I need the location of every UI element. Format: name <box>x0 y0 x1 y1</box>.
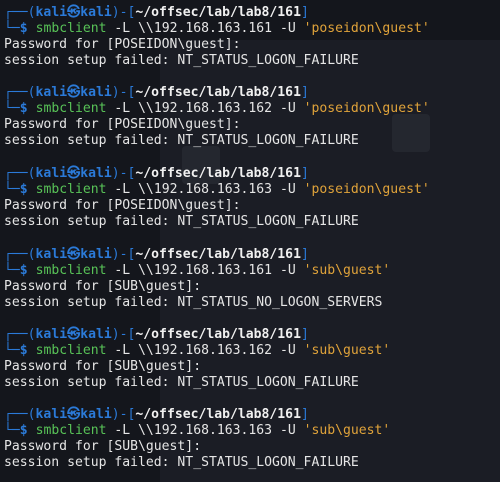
prompt-user: kali <box>35 407 68 422</box>
prompt-at-symbol: ㉿ <box>67 327 81 342</box>
prompt-corner-top: ┌── <box>4 247 28 262</box>
output-password-prompt: Password for [POSEIDON\guest]: <box>4 198 241 213</box>
command-line: └─$ smbclient -L \\192.168.163.163 -U 's… <box>4 423 500 439</box>
prompt-corner-bottom: └─ <box>4 423 20 438</box>
prompt-path: ~/offsec/lab/lab8/161 <box>135 166 301 181</box>
command-name: smbclient <box>35 101 107 116</box>
prompt-line: ┌──(kali㉿kali)-[~/offsec/lab/lab8/161] <box>4 247 309 262</box>
prompt-host: kali <box>80 166 112 181</box>
prompt-line: ┌──(kali㉿kali)-[~/offsec/lab/lab8/161] <box>4 5 309 20</box>
prompt-corner-bottom: └─ <box>4 182 20 197</box>
command-args: -L \\192.168.163.163 -U <box>106 182 304 197</box>
command-block: ┌──(kali㉿kali)-[~/offsec/lab/lab8/161] └… <box>4 407 500 471</box>
prompt-host: kali <box>80 407 112 422</box>
command-block: ┌──(kali㉿kali)-[~/offsec/lab/lab8/161] └… <box>4 327 500 391</box>
command-quoted-arg: 'poseidon\guest' <box>303 182 430 197</box>
command-name: smbclient <box>35 182 107 197</box>
prompt-corner-bottom: └─ <box>4 343 20 358</box>
command-line: └─$ smbclient -L \\192.168.163.163 -U 'p… <box>4 182 500 198</box>
command-line: └─$ smbclient -L \\192.168.163.162 -U 's… <box>4 343 500 359</box>
prompt-dollar: $ <box>19 263 28 278</box>
prompt-dollar: $ <box>19 343 28 358</box>
prompt-at-symbol: ㉿ <box>67 247 81 262</box>
prompt-at-symbol: ㉿ <box>67 5 81 20</box>
prompt-line: ┌──(kali㉿kali)-[~/offsec/lab/lab8/161] <box>4 327 309 342</box>
command-name: smbclient <box>35 343 107 358</box>
prompt-host: kali <box>80 5 112 20</box>
prompt-dollar: $ <box>19 423 28 438</box>
command-quoted-arg: 'poseidon\guest' <box>303 101 430 116</box>
prompt-corner-bottom: └─ <box>4 101 20 116</box>
prompt-user: kali <box>35 85 68 100</box>
prompt-corner-bottom: └─ <box>4 21 20 36</box>
command-block: ┌──(kali㉿kali)-[~/offsec/lab/lab8/161] └… <box>4 166 500 230</box>
command-name: smbclient <box>35 423 107 438</box>
prompt-line: ┌──(kali㉿kali)-[~/offsec/lab/lab8/161] <box>4 85 309 100</box>
command-block: ┌──(kali㉿kali)-[~/offsec/lab/lab8/161] └… <box>4 85 500 149</box>
terminal-window[interactable]: ┌──(kali㉿kali)-[~/offsec/lab/lab8/161] └… <box>0 0 500 482</box>
prompt-dollar: $ <box>19 101 28 116</box>
prompt-path: ~/offsec/lab/lab8/161 <box>135 247 301 262</box>
output-error-message: session setup failed: NT_STATUS_LOGON_FA… <box>4 214 359 229</box>
prompt-dollar: $ <box>19 21 28 36</box>
command-args: -L \\192.168.163.162 -U <box>106 343 304 358</box>
prompt-at-symbol: ㉿ <box>67 85 81 100</box>
command-quoted-arg: 'poseidon\guest' <box>303 21 430 36</box>
command-line: └─$ smbclient -L \\192.168.163.161 -U 's… <box>4 263 500 279</box>
prompt-host: kali <box>80 85 112 100</box>
prompt-path: ~/offsec/lab/lab8/161 <box>135 5 301 20</box>
prompt-corner-top: ┌── <box>4 85 28 100</box>
command-block: ┌──(kali㉿kali)-[~/offsec/lab/lab8/161] └… <box>4 247 500 311</box>
command-quoted-arg: 'sub\guest' <box>303 263 391 278</box>
prompt-host: kali <box>80 247 112 262</box>
output-error-message: session setup failed: NT_STATUS_LOGON_FA… <box>4 53 359 68</box>
prompt-user: kali <box>35 5 68 20</box>
command-args: -L \\192.168.163.161 -U <box>106 21 304 36</box>
prompt-line: ┌──(kali㉿kali)-[~/offsec/lab/lab8/161] <box>4 407 309 422</box>
output-error-message: session setup failed: NT_STATUS_LOGON_FA… <box>4 133 359 148</box>
prompt-user: kali <box>35 327 68 342</box>
output-password-prompt: Password for [POSEIDON\guest]: <box>4 37 241 52</box>
prompt-at-symbol: ㉿ <box>67 407 81 422</box>
prompt-line: ┌──(kali㉿kali)-[~/offsec/lab/lab8/161] <box>4 166 309 181</box>
prompt-path: ~/offsec/lab/lab8/161 <box>135 85 301 100</box>
command-quoted-arg: 'sub\guest' <box>303 423 391 438</box>
command-name: smbclient <box>35 21 107 36</box>
output-password-prompt: Password for [SUB\guest]: <box>4 359 202 374</box>
command-quoted-arg: 'sub\guest' <box>303 343 391 358</box>
command-args: -L \\192.168.163.163 -U <box>106 423 304 438</box>
command-name: smbclient <box>35 263 107 278</box>
command-args: -L \\192.168.163.161 -U <box>106 263 304 278</box>
prompt-user: kali <box>35 247 68 262</box>
command-args: -L \\192.168.163.162 -U <box>106 101 304 116</box>
prompt-corner-top: ┌── <box>4 327 28 342</box>
prompt-corner-top: ┌── <box>4 5 28 20</box>
prompt-path: ~/offsec/lab/lab8/161 <box>135 327 301 342</box>
output-password-prompt: Password for [SUB\guest]: <box>4 279 202 294</box>
prompt-at-symbol: ㉿ <box>67 166 81 181</box>
command-line: └─$ smbclient -L \\192.168.163.161 -U 'p… <box>4 21 500 37</box>
command-line: └─$ smbclient -L \\192.168.163.162 -U 'p… <box>4 101 500 117</box>
output-error-message: session setup failed: NT_STATUS_LOGON_FA… <box>4 375 359 390</box>
prompt-path: ~/offsec/lab/lab8/161 <box>135 407 301 422</box>
prompt-corner-bottom: └─ <box>4 263 20 278</box>
output-error-message: session setup failed: NT_STATUS_NO_LOGON… <box>4 295 383 310</box>
output-error-message: session setup failed: NT_STATUS_LOGON_FA… <box>4 455 359 470</box>
command-block: ┌──(kali㉿kali)-[~/offsec/lab/lab8/161] └… <box>4 5 500 69</box>
prompt-dollar: $ <box>19 182 28 197</box>
output-password-prompt: Password for [POSEIDON\guest]: <box>4 117 241 132</box>
output-password-prompt: Password for [SUB\guest]: <box>4 439 202 454</box>
prompt-corner-top: ┌── <box>4 166 28 181</box>
prompt-host: kali <box>80 327 112 342</box>
prompt-corner-top: ┌── <box>4 407 28 422</box>
prompt-user: kali <box>35 166 68 181</box>
